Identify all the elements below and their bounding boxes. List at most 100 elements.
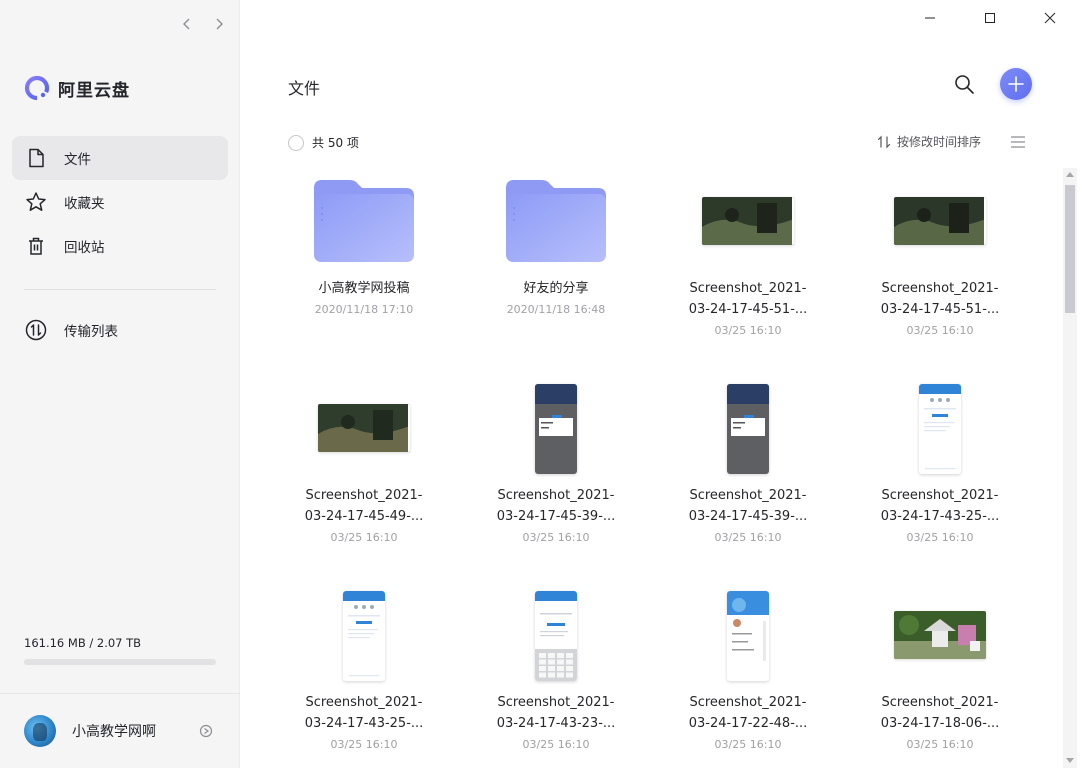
file-item[interactable]: Screenshot_2021- 03-24-17-45-49-... 03/25 … — [268, 377, 460, 557]
file-date: 03/25 16:10 — [330, 738, 398, 751]
file-date: 03/25 16:10 — [330, 531, 398, 544]
sidebar-item-label: 传输列表 — [64, 324, 118, 340]
storage-usage: 161.16 MB / 2.07 TB — [24, 636, 216, 665]
app-name: 阿里云盘 — [58, 80, 130, 101]
search-icon[interactable] — [953, 73, 975, 95]
select-all-checkbox[interactable] — [288, 134, 304, 151]
user-name: 小高教学网啊 — [72, 724, 156, 740]
maximize-button[interactable] — [960, 0, 1020, 36]
sidebar: 阿里云盘 文件 收藏夹 回收站 传输列表 161.16 MB / 2.07 TB… — [0, 0, 240, 768]
file-date: 03/25 16:10 — [714, 324, 782, 337]
file-name: Screenshot_2021- 03-24-17-45-39-... — [496, 488, 616, 524]
sidebar-item-label: 回收站 — [64, 240, 105, 256]
star-icon — [24, 190, 48, 214]
folder-icon — [504, 178, 608, 264]
file-item[interactable]: Screenshot_2021- 03-24-17-43-25-... 03/25 … — [844, 377, 1036, 557]
sidebar-nav: 文件 收藏夹 回收站 — [12, 136, 228, 268]
file-date: 03/25 16:10 — [714, 738, 782, 751]
file-date: 03/25 16:10 — [906, 324, 974, 337]
maximize-icon — [985, 13, 995, 23]
avatar[interactable] — [24, 715, 56, 747]
file-name: 小高教学网投稿 — [318, 281, 410, 296]
file-date: 03/25 16:10 — [906, 531, 974, 544]
file-item[interactable]: Screenshot_2021- 03-24-17-43-25-... 03/25 … — [268, 584, 460, 764]
sidebar-divider — [24, 289, 216, 290]
file-date: 2020/11/18 16:48 — [506, 303, 606, 316]
file-name: Screenshot_2021- 03-24-17-18-06-... — [880, 695, 1000, 731]
file-name: 好友的分享 — [523, 281, 589, 296]
file-item[interactable]: Screenshot_2021- 03-24-17-45-51-... 03/25 … — [844, 170, 1036, 350]
user-panel[interactable]: 小高教学网啊 — [0, 693, 240, 768]
scrollbar[interactable] — [1063, 168, 1077, 768]
folder-item[interactable]: 小高教学网投稿 2020/11/18 17:10 — [268, 170, 460, 350]
user-settings-icon[interactable] — [199, 724, 213, 738]
file-name: Screenshot_2021- 03-24-17-45-51-... — [880, 281, 1000, 317]
file-item[interactable]: Screenshot_2021- 03-24-17-43-23-... 03/25 … — [460, 584, 652, 764]
file-icon — [24, 146, 48, 170]
screenshot-thumbnail — [919, 384, 961, 474]
screenshot-thumbnail — [727, 591, 769, 681]
plus-icon — [1008, 76, 1024, 92]
scroll-up-arrow[interactable] — [1066, 172, 1074, 177]
file-item[interactable]: Screenshot_2021- 03-24-17-45-39-... 03/25 … — [652, 377, 844, 557]
item-count: 共 50 项 — [312, 136, 359, 150]
chevron-left-icon — [183, 18, 190, 30]
file-date: 03/25 16:10 — [522, 531, 590, 544]
sidebar-nav-secondary: 传输列表 — [12, 308, 228, 352]
list-view-icon[interactable] — [1010, 135, 1026, 149]
sort-button[interactable]: 按修改时间排序 — [877, 133, 981, 150]
window-controls — [900, 0, 1080, 36]
screenshot-thumbnail — [343, 591, 385, 681]
add-button[interactable] — [1000, 68, 1032, 100]
sidebar-item-trash[interactable]: 回收站 — [12, 224, 228, 268]
file-grid: 小高教学网投稿 2020/11/18 17:10 好友的分享 2020/11/18 1… — [268, 170, 1058, 768]
close-icon — [1044, 12, 1056, 24]
file-name: Screenshot_2021- 03-24-17-43-25-... — [880, 488, 1000, 524]
sort-label: 按修改时间排序 — [897, 135, 982, 149]
file-date: 03/25 16:10 — [906, 738, 974, 751]
screenshot-thumbnail — [535, 384, 577, 474]
file-name: Screenshot_2021- 03-24-17-45-51-... — [688, 281, 808, 317]
sort-icon — [877, 135, 891, 148]
file-date: 03/25 16:10 — [522, 738, 590, 751]
minimize-button[interactable] — [900, 0, 960, 36]
app-logo: 阿里云盘 — [24, 75, 130, 101]
aliyun-drive-logo-icon — [24, 75, 50, 101]
forward-button[interactable] — [210, 12, 228, 36]
sidebar-item-label: 文件 — [64, 152, 91, 168]
file-item[interactable]: Screenshot_2021- 03-24-17-22-48-... 03/25 … — [652, 584, 844, 764]
file-item[interactable]: Screenshot_2021- 03-24-17-45-39-... 03/25 … — [460, 377, 652, 557]
chevron-right-icon — [216, 18, 223, 30]
folder-icon — [312, 178, 416, 264]
trash-icon — [24, 234, 48, 258]
page-title: 文件 — [288, 79, 321, 98]
screenshot-thumbnail — [535, 591, 577, 681]
file-name: Screenshot_2021- 03-24-17-43-23-... — [496, 695, 616, 731]
close-button[interactable] — [1020, 0, 1080, 36]
file-item[interactable]: Screenshot_2021- 03-24-17-18-06-... 03/25 … — [844, 584, 1036, 764]
file-name: Screenshot_2021- 03-24-17-45-39-... — [688, 488, 808, 524]
back-button[interactable] — [178, 12, 196, 36]
minimize-icon — [925, 17, 935, 19]
file-item[interactable]: Screenshot_2021- 03-24-17-45-51-... 03/25 … — [652, 170, 844, 350]
file-date: 03/25 16:10 — [714, 531, 782, 544]
storage-bar — [24, 659, 216, 665]
folder-item[interactable]: 好友的分享 2020/11/18 16:48 — [460, 170, 652, 350]
image-thumbnail — [318, 404, 410, 452]
image-thumbnail — [894, 197, 986, 245]
history-nav — [178, 12, 228, 36]
scroll-down-arrow[interactable] — [1066, 758, 1074, 763]
sidebar-item-files[interactable]: 文件 — [12, 136, 228, 180]
sidebar-item-favorites[interactable]: 收藏夹 — [12, 180, 228, 224]
file-name: Screenshot_2021- 03-24-17-22-48-... — [688, 695, 808, 731]
storage-text: 161.16 MB / 2.07 TB — [24, 636, 142, 650]
file-date: 2020/11/18 17:10 — [314, 303, 414, 316]
scrollbar-thumb[interactable] — [1065, 185, 1075, 313]
file-name: Screenshot_2021- 03-24-17-45-49-... — [304, 488, 424, 524]
selection-toolbar: 共 50 项 — [288, 134, 359, 151]
sidebar-item-transfer[interactable]: 传输列表 — [12, 308, 228, 352]
file-name: Screenshot_2021- 03-24-17-43-25-... — [304, 695, 424, 731]
transfer-icon — [24, 318, 48, 342]
image-thumbnail — [894, 611, 986, 659]
screenshot-thumbnail — [727, 384, 769, 474]
